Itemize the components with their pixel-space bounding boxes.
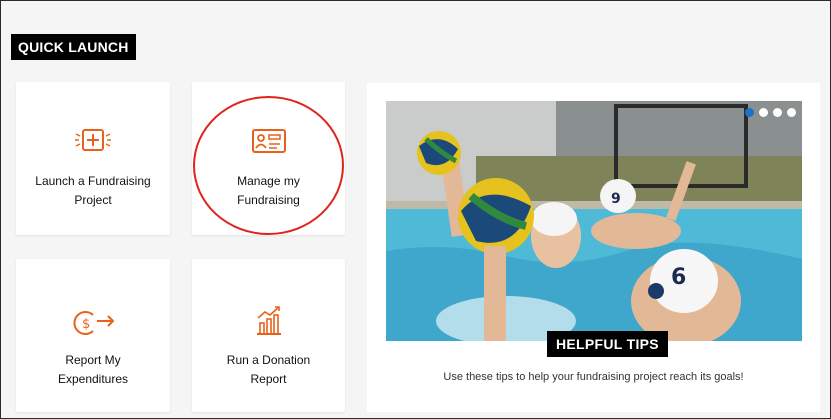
manage-my-fundraising-tile[interactable]: Manage my Fundraising [192,82,345,235]
tile-label-line2: Project [74,193,112,207]
carousel-dot[interactable] [787,108,796,117]
section-title: QUICK LAUNCH [11,34,136,60]
tile-label-line2: Report [250,372,287,386]
tile-label: Run a Donation Report [199,351,339,389]
launch-fundraising-project-tile[interactable]: Launch a Fundraising Project [16,82,170,235]
report-my-expenditures-tile[interactable]: $ Report My Expenditures [16,259,170,412]
carousel-dot[interactable] [759,108,768,117]
quick-launch-panel: QUICK LAUNCH Launch a Fundraising Projec… [0,0,831,419]
add-project-icon [75,129,111,151]
tile-label-line1: Run a Donation [226,353,311,367]
carousel-indicators [745,108,796,117]
tile-label: Launch a Fundraising Project [23,172,163,210]
tile-label-line1: Report My [65,353,121,367]
tile-label-line2: Expenditures [57,372,129,386]
helpful-tips-badge: HELPFUL TIPS [547,331,668,357]
carousel-dot[interactable] [773,108,782,117]
tile-label: Report My Expenditures [23,351,163,389]
helpful-tips-card[interactable]: 9 6 HELPFUL TIPS Use these tips to help … [367,83,820,412]
tile-label-line1: Launch a Fundraising [35,174,151,188]
water-polo-photo: 9 6 [386,101,802,341]
svg-text:$: $ [82,317,90,332]
carousel-dot[interactable] [745,108,754,117]
id-card-icon [251,129,286,153]
tile-label-line1: Manage my [237,174,300,188]
dollar-arrow-icon: $ [73,311,115,335]
svg-text:9: 9 [611,191,621,207]
water-polo-illustration: 9 6 [386,101,802,341]
tile-label: Manage my Fundraising [199,172,339,210]
bar-chart-growth-icon [256,306,281,335]
svg-text:6: 6 [671,265,686,290]
tile-label-line2: Fundraising [237,193,300,207]
helpful-tips-description: Use these tips to help your fundraising … [443,371,744,383]
run-donation-report-tile[interactable]: Run a Donation Report [192,259,345,412]
